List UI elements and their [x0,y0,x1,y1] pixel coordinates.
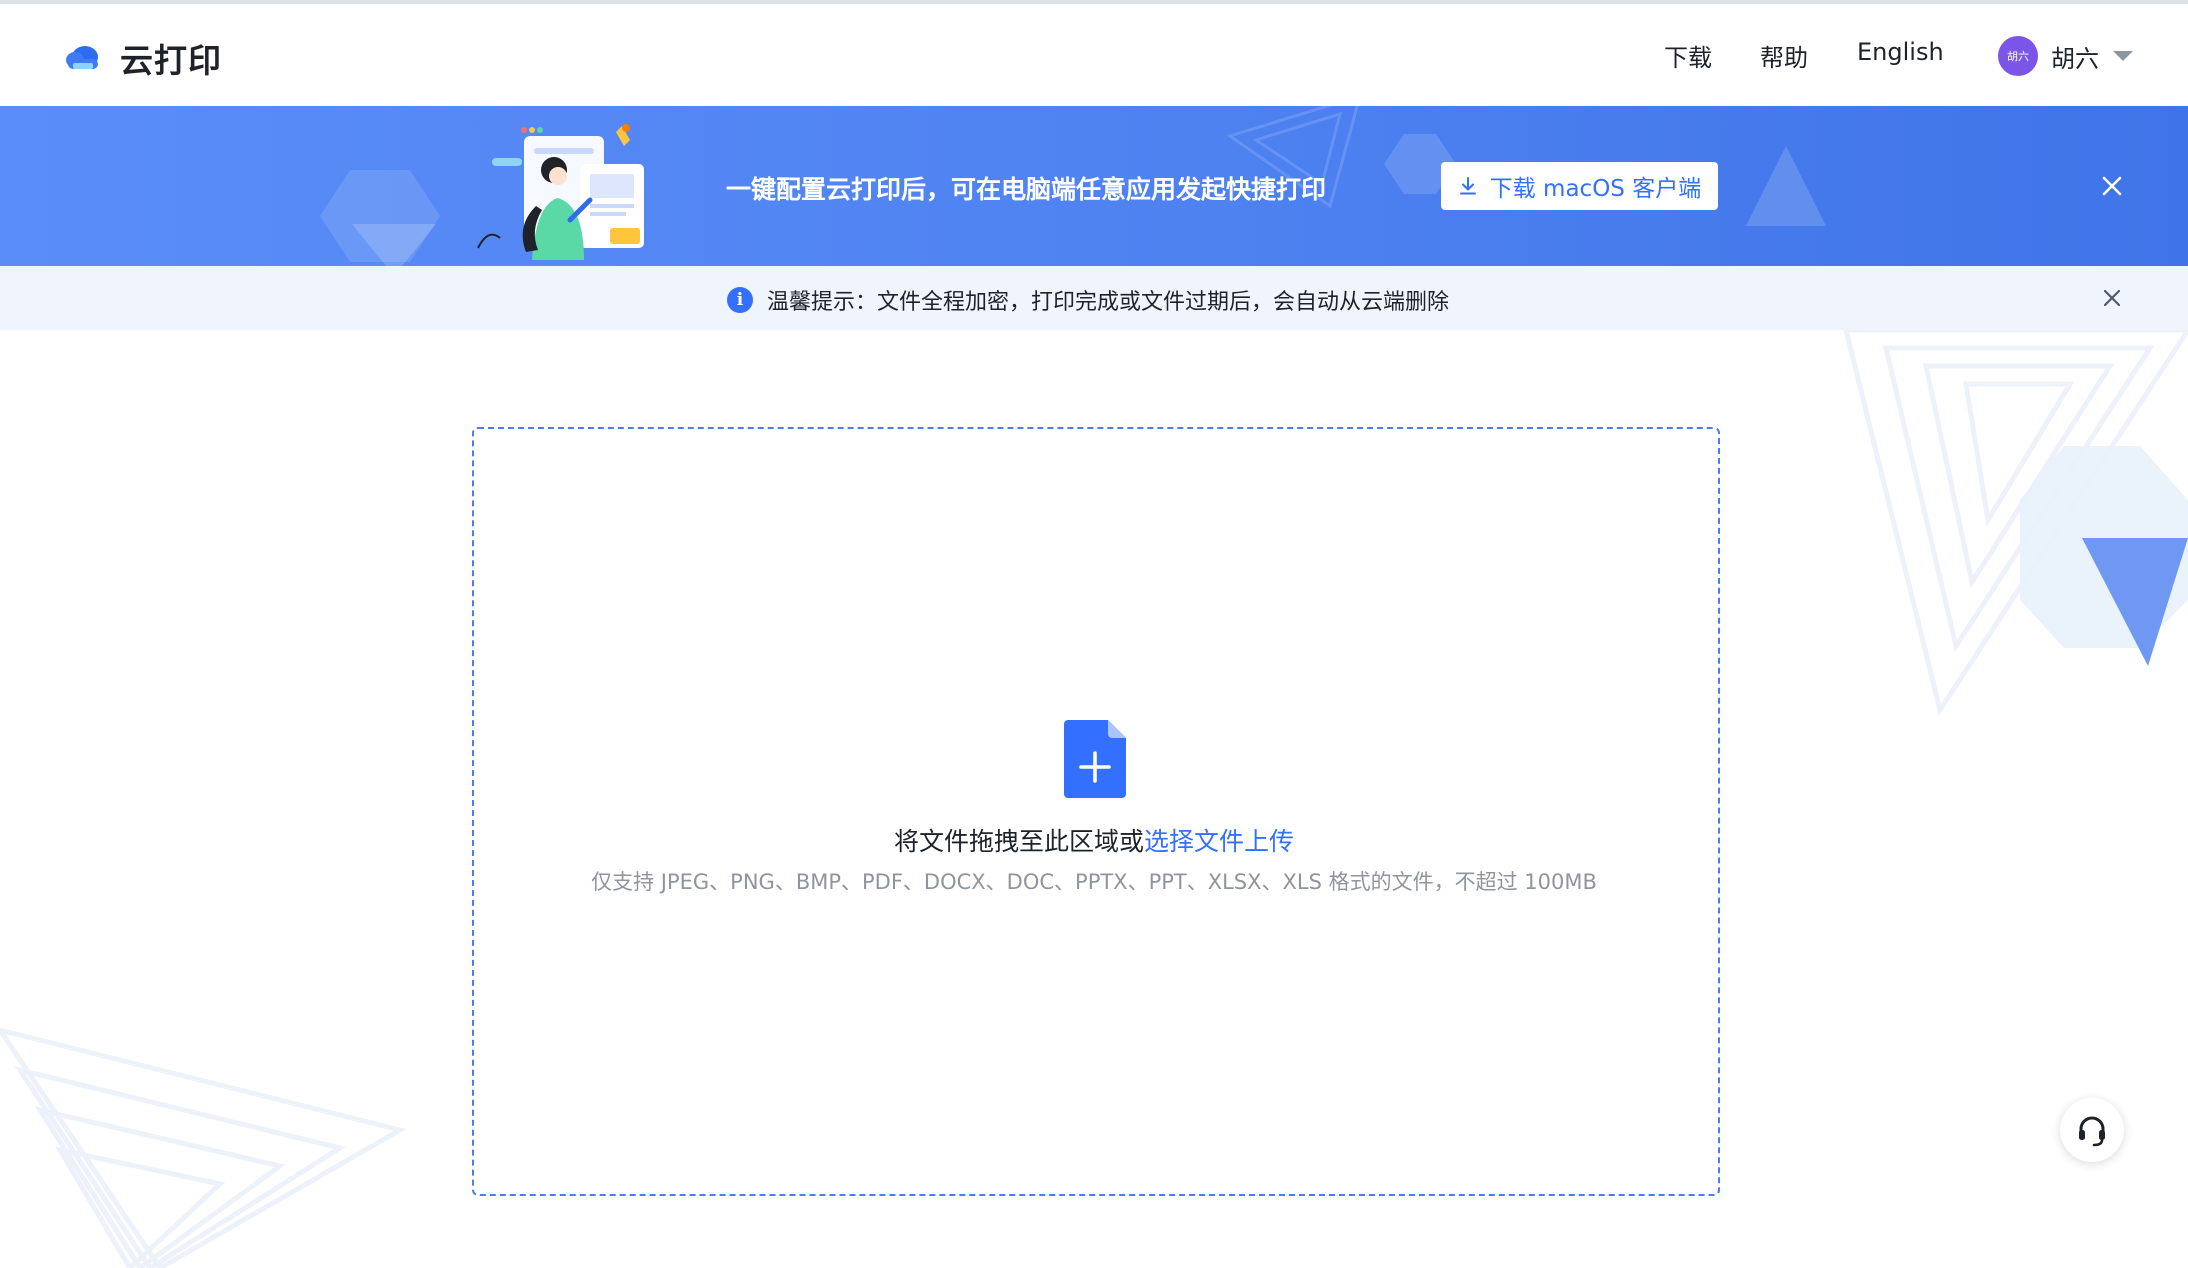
upload-prompt: 将文件拖拽至此区域或选择文件上传 [0,822,2188,858]
logo[interactable]: 云打印 [64,34,222,82]
avatar: 胡六 [1998,36,2038,76]
user-name: 胡六 [2051,44,2099,73]
caret-down-icon [2113,51,2133,61]
upload-dropzone[interactable] [472,427,1720,1196]
close-icon[interactable] [2100,286,2124,310]
headset-icon [2079,1116,2105,1147]
download-client-label: 下载 macOS 客户端 [1489,176,1702,202]
select-file-link[interactable]: 选择文件上传 [1144,827,1294,856]
nav-help[interactable]: 帮助 [1760,38,1808,73]
upload-hint: 仅支持 JPEG、PNG、BMP、PDF、DOCX、DOC、PPTX、PPT、X… [591,870,1597,894]
download-client-button[interactable]: 下载 macOS 客户端 [1441,162,1718,210]
user-menu[interactable]: 胡六 胡六 [1998,36,2133,76]
banner-text: 一键配置云打印后，可在电脑端任意应用发起快捷打印 [726,175,1327,204]
promo-banner: 一键配置云打印后，可在电脑端任意应用发起快捷打印 下载 macOS 客户端 [0,106,2188,266]
tip-text: 温馨提示：文件全程加密，打印完成或文件过期后，会自动从云端删除 [767,290,1450,315]
download-icon [1459,177,1476,195]
app-title: 云打印 [120,41,222,80]
header: 云打印 下载 帮助 English 胡六 胡六 [0,4,2188,106]
language-switch[interactable]: English [1857,38,1944,66]
cloud-printer-icon [66,46,98,69]
file-add-icon[interactable] [1064,720,1126,798]
customer-service-button[interactable] [2060,1098,2124,1162]
info-icon: i [727,287,753,313]
banner-illustration [477,124,644,260]
close-icon[interactable] [2098,172,2126,200]
nav-download[interactable]: 下载 [1664,38,1712,73]
tip-content: i 温馨提示：文件全程加密，打印完成或文件过期后，会自动从云端删除 [727,284,1449,316]
upload-prompt-text: 将文件拖拽至此区域或 [893,827,1144,856]
tip-bar: i 温馨提示：文件全程加密，打印完成或文件过期后，会自动从云端删除 [0,266,2188,330]
